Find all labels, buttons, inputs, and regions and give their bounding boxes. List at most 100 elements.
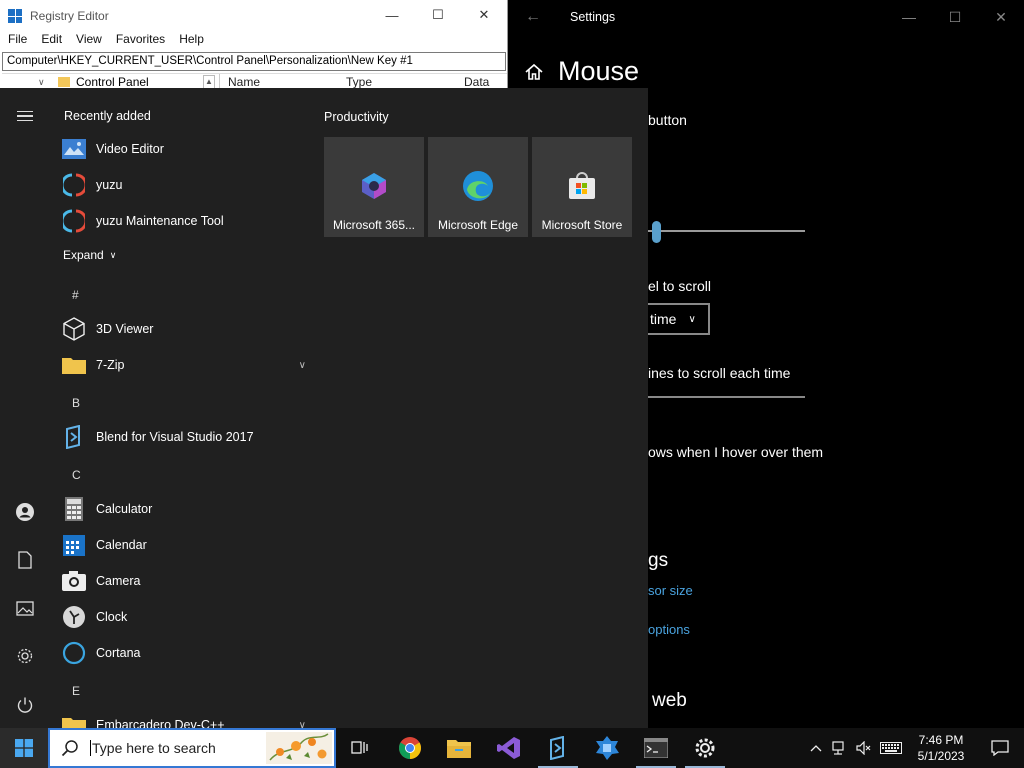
app-label: Calculator: [96, 502, 153, 516]
settings-minimize-button[interactable]: —: [886, 0, 932, 34]
tree-item-control-panel[interactable]: Control Panel: [76, 75, 149, 89]
chevron-up-icon[interactable]: [804, 744, 828, 752]
cursor-size-link[interactable]: sor size: [648, 583, 693, 598]
settings-gear-icon[interactable]: [0, 636, 50, 676]
expand-button[interactable]: Expand ∨: [63, 248, 116, 262]
letter-header-hash[interactable]: #: [72, 288, 79, 302]
app-label: Cortana: [96, 646, 141, 660]
back-arrow-icon[interactable]: ←: [510, 8, 556, 26]
section-heading-web: web: [652, 690, 687, 711]
clock-icon: [62, 605, 86, 629]
folder-icon: [58, 77, 70, 87]
slider-thumb[interactable]: [652, 221, 661, 243]
app-clock[interactable]: Clock: [62, 599, 308, 635]
app-yuzu-maintenance-tool[interactable]: yuzu Maintenance Tool: [62, 203, 308, 239]
action-center-icon[interactable]: [976, 740, 1024, 756]
tile-microsoft-edge[interactable]: Microsoft Edge: [428, 137, 528, 237]
cortana-icon: [62, 641, 86, 665]
app-label: yuzu: [96, 178, 123, 192]
chevron-down-icon[interactable]: ∨: [38, 77, 52, 88]
menu-view[interactable]: View: [76, 32, 102, 50]
app-calendar[interactable]: Calendar: [62, 527, 308, 563]
blend-icon: [62, 425, 86, 449]
start-button[interactable]: [0, 728, 48, 768]
app-video-editor[interactable]: Video Editor: [62, 131, 308, 167]
task-view-icon[interactable]: [336, 728, 384, 768]
app-7-zip[interactable]: 7-Zip ∨: [62, 347, 308, 383]
lines-input[interactable]: [648, 396, 805, 398]
app-label: Calendar: [96, 538, 147, 552]
keyboard-icon[interactable]: [876, 742, 906, 754]
pictures-icon[interactable]: [0, 588, 50, 628]
scroll-up-button[interactable]: ▲: [203, 75, 215, 89]
tile-label: Microsoft 365...: [332, 218, 416, 232]
hover-label: ows when I hover over them: [648, 444, 824, 460]
start-rail: [0, 88, 50, 728]
app-3d-viewer[interactable]: 3D Viewer: [62, 311, 308, 347]
taskbar-clock[interactable]: 7:46 PM 5/1/2023: [906, 732, 976, 764]
volume-muted-icon[interactable]: [852, 741, 876, 755]
search-highlight-illustration-icon: [266, 732, 332, 764]
letter-header-c[interactable]: C: [72, 468, 81, 482]
hamburger-menu-icon[interactable]: [0, 96, 50, 136]
address-bar[interactable]: Computer\HKEY_CURRENT_USER\Control Panel…: [2, 52, 506, 71]
app-blend-for-visual-studio[interactable]: Blend for Visual Studio 2017: [62, 419, 308, 455]
menu-file[interactable]: File: [8, 32, 27, 50]
user-account-icon[interactable]: [0, 492, 50, 532]
app-label: Video Editor: [96, 142, 164, 156]
taskbar-search-box[interactable]: Type here to search: [48, 728, 336, 768]
lines-label: ines to scroll each time: [648, 365, 791, 381]
settings-gear-icon[interactable]: [681, 728, 729, 768]
network-icon[interactable]: [828, 741, 852, 755]
chrome-icon[interactable]: [386, 728, 434, 768]
settings-close-button[interactable]: ✕: [978, 0, 1024, 34]
terminal-icon[interactable]: [632, 728, 680, 768]
chevron-down-icon: ∨: [688, 313, 696, 325]
letter-header-e[interactable]: E: [72, 684, 80, 698]
taskbar: Type here to search 7:46 PM 5/1/2023: [0, 728, 1024, 768]
minimize-button[interactable]: —: [369, 0, 415, 30]
tile-microsoft-365[interactable]: Microsoft 365...: [324, 137, 424, 237]
blend-icon[interactable]: [534, 728, 582, 768]
menu-edit[interactable]: Edit: [41, 32, 62, 50]
power-icon[interactable]: [0, 685, 50, 725]
scroll-dropdown[interactable]: time ∨: [646, 303, 710, 335]
letter-header-b[interactable]: B: [72, 396, 80, 410]
app-embarcadero-dev-cpp[interactable]: Embarcadero Dev-C++ ∨: [62, 707, 308, 728]
menu-help[interactable]: Help: [179, 32, 204, 50]
slider-track[interactable]: [648, 230, 805, 232]
chevron-down-icon: ∨: [109, 249, 117, 260]
column-header-type[interactable]: Type: [338, 75, 456, 89]
microsoft-365-icon: [357, 169, 391, 203]
file-explorer-icon[interactable]: [435, 728, 483, 768]
maximize-button[interactable]: ☐: [415, 0, 461, 30]
settings-maximize-button[interactable]: ☐: [932, 0, 978, 34]
options-link[interactable]: options: [648, 622, 690, 637]
visual-studio-icon[interactable]: [485, 728, 533, 768]
close-button[interactable]: ✕: [461, 0, 507, 30]
clock-date: 5/1/2023: [917, 749, 965, 763]
tile-label: Microsoft Store: [541, 218, 623, 232]
menu-favorites[interactable]: Favorites: [116, 32, 165, 50]
chevron-down-icon[interactable]: ∨: [299, 360, 306, 371]
documents-icon[interactable]: [0, 540, 50, 580]
app-calculator[interactable]: Calculator: [62, 491, 308, 527]
app-list: Recently added Video Editor yuzu yuzu Ma…: [50, 88, 312, 728]
app-cortana[interactable]: Cortana: [62, 635, 308, 671]
camera-icon: [62, 569, 86, 593]
home-icon[interactable]: [524, 62, 544, 82]
tile-microsoft-store[interactable]: Microsoft Store: [532, 137, 632, 237]
search-icon: [50, 739, 90, 757]
tile-label: Microsoft Edge: [437, 218, 519, 232]
chevron-down-icon[interactable]: ∨: [299, 720, 306, 729]
app-label: Blend for Visual Studio 2017: [96, 430, 254, 444]
app-yuzu[interactable]: yuzu: [62, 167, 308, 203]
column-header-name[interactable]: Name: [220, 75, 338, 89]
column-header-data[interactable]: Data: [456, 75, 496, 89]
dev-tool-icon[interactable]: [583, 728, 631, 768]
app-camera[interactable]: Camera: [62, 563, 308, 599]
edge-icon: [461, 169, 495, 203]
expand-label: Expand: [63, 248, 104, 262]
registry-editor-window: Registry Editor — ☐ ✕ File Edit View Fav…: [0, 0, 508, 90]
yuzu-icon: [62, 209, 86, 233]
